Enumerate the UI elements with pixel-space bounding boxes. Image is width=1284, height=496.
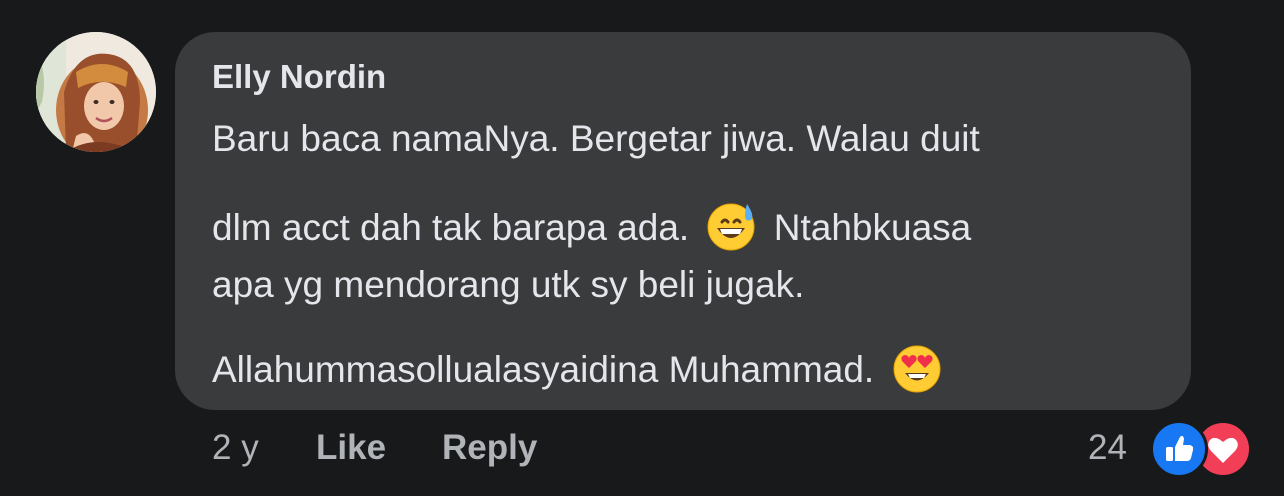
comment-text: Baru baca namaNya. Bergetar jiwa. Walau … (212, 118, 980, 159)
comment-line-1: Baru baca namaNya. Bergetar jiwa. Walau … (212, 120, 980, 157)
comment-bubble: Elly Nordin Baru baca namaNya. Bergetar … (175, 32, 1191, 410)
comment-line-3: apa yg mendorang utk sy beli jugak. (212, 266, 804, 303)
reaction-count[interactable]: 24 (1088, 428, 1127, 468)
comment-line-2: dlm acct dah tak barapa ada. Ntahbkuasa (212, 200, 971, 252)
author-name[interactable]: Elly Nordin (212, 58, 386, 96)
like-button[interactable]: Like (316, 428, 386, 468)
comment-line-4: Allahummasollualasyaidina Muhammad. (212, 342, 949, 394)
grinning-face-with-sweat-icon (705, 200, 757, 252)
reply-button[interactable]: Reply (442, 428, 537, 468)
avatar[interactable] (36, 32, 156, 152)
comment-text: dlm acct dah tak barapa ada. (212, 207, 690, 248)
timestamp[interactable]: 2 y (212, 428, 259, 468)
comment-text: apa yg mendorang utk sy beli jugak. (212, 264, 805, 305)
comment: Elly Nordin Baru baca namaNya. Bergetar … (0, 0, 1284, 496)
comment-text: Ntahbkuasa (773, 207, 972, 248)
heart-eyes-icon (891, 342, 943, 394)
like-reaction-icon (1150, 420, 1208, 478)
avatar-photo (36, 32, 156, 152)
reactions-summary[interactable]: 24 (1088, 420, 1258, 478)
comment-text: Allahummasollualasyaidina Muhammad. (212, 349, 875, 390)
